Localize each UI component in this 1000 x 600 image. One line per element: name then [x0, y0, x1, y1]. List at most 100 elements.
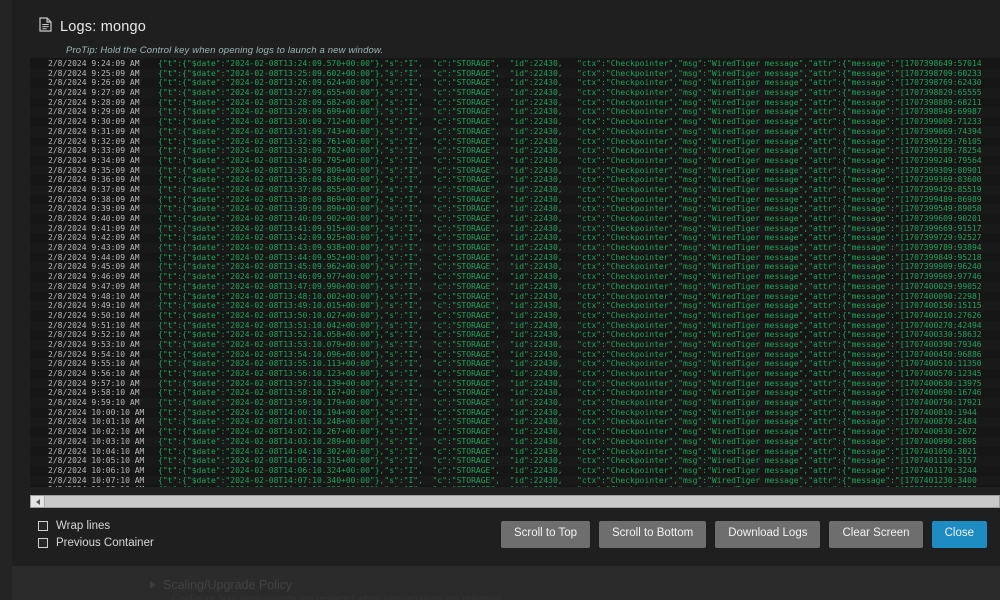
scroll-left-arrow-icon[interactable]	[31, 496, 45, 507]
log-line: 2/8/2024 9:45:09 AM {"t":{"$date":"2024-0…	[30, 262, 1000, 273]
log-message: {"t":{"$date":"2024-02-08T13:57:10.139+0…	[158, 378, 982, 388]
log-line: 2/8/2024 9:41:09 AM {"t":{"$date":"2024-0…	[30, 223, 1000, 234]
horizontal-scrollbar-thumb[interactable]	[45, 496, 999, 507]
log-line: 2/8/2024 9:39:09 AM {"t":{"$date":"2024-0…	[30, 204, 1000, 214]
footer-buttons: Scroll to Top Scroll to Bottom Download Lo…	[500, 521, 987, 548]
log-message: {"t":{"$date":"2024-02-08T13:30:09.712+0…	[158, 117, 982, 127]
log-timestamp: 2/8/2024 9:32:09 AM	[48, 136, 140, 146]
log-timestamp: 2/8/2024 10:06:10 AM	[48, 465, 145, 475]
log-message: {"t":{"$date":"2024-02-08T13:59:10.179+0…	[158, 398, 982, 408]
modal-header: Logs: mongo ProTip: Hold the Control key…	[12, 0, 1000, 56]
log-line: 2/8/2024 9:37:09 AM {"t":{"$date":"2024-0…	[30, 184, 1000, 195]
log-line: 2/8/2024 9:31:09 AM {"t":{"$date":"2024-0…	[30, 126, 1000, 137]
log-timestamp: 2/8/2024 10:02:10 AM	[48, 427, 145, 437]
log-output-area[interactable]: 2/8/2024 9:24:09 AM {"t":{"$date":"2024-0…	[30, 58, 1000, 487]
log-timestamp: 2/8/2024 9:53:10 AM	[48, 339, 140, 349]
log-line: 2/8/2024 10:02:10 AM {"t":{"$date":"2024-…	[30, 427, 1000, 437]
log-message: {"t":{"$date":"2024-02-08T13:25:09.602+0…	[158, 68, 982, 78]
log-timestamp: 2/8/2024 9:44:09 AM	[48, 252, 140, 262]
log-line: 2/8/2024 9:52:10 AM {"t":{"$date":"2024-0…	[30, 330, 1000, 340]
log-line: 2/8/2024 9:34:09 AM {"t":{"$date":"2024-0…	[30, 156, 1000, 166]
log-line: 2/8/2024 9:40:09 AM {"t":{"$date":"2024-0…	[30, 214, 1000, 224]
log-message: {"t":{"$date":"2024-02-08T13:24:09.570+0…	[158, 59, 982, 68]
log-line: 2/8/2024 9:48:10 AM {"t":{"$date":"2024-0…	[30, 292, 1000, 302]
log-line: 2/8/2024 9:44:09 AM {"t":{"$date":"2024-0…	[30, 253, 1000, 263]
checkbox-label: Wrap lines	[56, 520, 111, 532]
log-message: {"t":{"$date":"2024-02-08T14:03:10.289+0…	[158, 436, 977, 446]
log-timestamp: 2/8/2024 9:38:09 AM	[48, 194, 140, 204]
log-line: 2/8/2024 10:08:10 AM{"t":{"$date":"2024-…	[30, 485, 1000, 487]
log-message: {"t":{"$date":"2024-02-08T14:02:10.267+0…	[158, 427, 977, 437]
log-message: {"t":{"$date":"2024-02-08T14:05:10.315+0…	[158, 456, 977, 466]
log-lines: 2/8/2024 9:24:09 AM {"t":{"$date":"2024-0…	[30, 58, 1000, 487]
log-message: {"t":{"$date":"2024-02-08T13:44:09.952+0…	[158, 252, 982, 262]
log-options: Wrap lines Previous Container	[38, 520, 154, 554]
log-line: 2/8/2024 10:01:10 AM {"t":{"$date":"2024-…	[30, 417, 1000, 428]
scroll-to-bottom-button[interactable]: Scroll to Bottom	[599, 521, 707, 548]
log-message: {"t":{"$date":"2024-02-08T13:34:09.795+0…	[158, 155, 982, 165]
log-line: 2/8/2024 9:36:09 AM {"t":{"$date":"2024-0…	[30, 175, 1000, 185]
log-message: {"t":{"$date":"2024-02-08T14:06:10.324+0…	[158, 465, 977, 475]
checkbox-previous-container[interactable]: Previous Container	[38, 537, 154, 549]
log-message: {"t":{"$date":"2024-02-08T14:04:10.302+0…	[158, 446, 977, 456]
log-message: {"t":{"$date":"2024-02-08T13:27:09.655+0…	[158, 88, 982, 98]
log-timestamp: 2/8/2024 9:24:09 AM	[48, 59, 140, 68]
log-line: 2/8/2024 9:28:09 AM {"t":{"$date":"2024-0…	[30, 98, 1000, 108]
horizontal-scrollbar[interactable]	[30, 495, 1000, 508]
log-timestamp: 2/8/2024 10:01:10 AM	[48, 417, 145, 427]
log-line: 2/8/2024 9:27:09 AM {"t":{"$date":"2024-0…	[30, 88, 1000, 98]
log-timestamp: 2/8/2024 9:54:10 AM	[48, 349, 140, 359]
log-message: {"t":{"$date":"2024-02-08T13:41:09.915+0…	[158, 223, 982, 233]
log-message: {"t":{"$date":"2024-02-08T13:26:09.624+0…	[158, 78, 982, 88]
log-message: {"t":{"$date":"2024-02-08T13:40:09.902+0…	[158, 214, 982, 223]
clear-screen-button[interactable]: Clear Screen	[829, 521, 923, 548]
document-icon	[39, 17, 52, 36]
log-line: 2/8/2024 9:53:10 AM {"t":{"$date":"2024-0…	[30, 339, 1000, 350]
log-line: 2/8/2024 9:55:10 AM {"t":{"$date":"2024-0…	[30, 359, 1000, 369]
background-section-subtitle: Configure how deployments are replaced w…	[172, 594, 501, 600]
log-message: {"t":{"$date":"2024-02-08T13:31:09.743+0…	[158, 126, 982, 136]
log-timestamp: 2/8/2024 9:25:09 AM	[48, 68, 140, 78]
log-line: 2/8/2024 10:06:10 AM {"t":{"$date":"2024-…	[30, 466, 1000, 476]
checkbox-icon[interactable]	[38, 538, 48, 548]
log-message: {"t":{"$date":"2024-02-08T13:37:09.855+0…	[158, 184, 982, 194]
log-line: 2/8/2024 9:33:09 AM {"t":{"$date":"2024-0…	[30, 146, 1000, 156]
download-logs-button[interactable]: Download Logs	[715, 521, 821, 548]
log-message: {"t":{"$date":"2024-02-08T13:50:10.027+0…	[158, 310, 982, 320]
log-message: {"t":{"$date":"2024-02-08T14:07:10.340+0…	[158, 475, 977, 485]
log-line: 2/8/2024 9:46:09 AM {"t":{"$date":"2024-0…	[30, 272, 1000, 282]
log-line: 2/8/2024 9:57:10 AM {"t":{"$date":"2024-0…	[30, 378, 1000, 389]
log-message: {"t":{"$date":"2024-02-08T13:47:09.990+0…	[158, 281, 982, 291]
log-message: {"t":{"$date":"2024-02-08T13:48:10.002+0…	[158, 291, 982, 301]
log-message: {"t":{"$date":"2024-02-08T13:33:09.782+0…	[158, 146, 982, 156]
log-timestamp: 2/8/2024 9:51:10 AM	[48, 320, 140, 330]
checkbox-icon[interactable]	[38, 521, 48, 531]
log-timestamp: 2/8/2024 10:08:10 AM	[30, 485, 158, 487]
checkbox-wrap-lines[interactable]: Wrap lines	[38, 520, 154, 532]
log-timestamp: 2/8/2024 9:46:09 AM	[48, 272, 140, 282]
log-timestamp: 2/8/2024 9:30:09 AM	[48, 117, 140, 127]
left-rail	[0, 0, 12, 600]
scroll-to-top-button[interactable]: Scroll to Top	[500, 521, 591, 548]
close-button[interactable]: Close	[931, 521, 987, 548]
log-line: 2/8/2024 9:38:09 AM {"t":{"$date":"2024-0…	[30, 195, 1000, 205]
log-timestamp: 2/8/2024 9:26:09 AM	[48, 78, 140, 88]
log-viewer-screen: Scaling/Upgrade Policy Configure how dep…	[0, 0, 1000, 600]
log-message: {"t":{"$date":"2024-02-08T13:51:10.042+0…	[158, 320, 982, 330]
modal-title-row: Logs: mongo	[39, 17, 1000, 36]
background-section-scaling-upgrade-policy: Scaling/Upgrade Policy	[150, 578, 850, 592]
log-timestamp: 2/8/2024 9:55:10 AM	[48, 359, 140, 369]
log-line: 2/8/2024 9:25:09 AM {"t":{"$date":"2024-0…	[30, 68, 1000, 79]
log-timestamp: 2/8/2024 9:58:10 AM	[48, 388, 140, 398]
log-line: 2/8/2024 9:54:10 AM {"t":{"$date":"2024-0…	[30, 350, 1000, 360]
log-timestamp: 2/8/2024 9:57:10 AM	[48, 378, 140, 388]
log-message: {"t":{"$date":"2024-02-08T13:36:09.836+0…	[158, 175, 982, 185]
checkbox-label: Previous Container	[56, 537, 154, 549]
log-line: 2/8/2024 9:42:09 AM {"t":{"$date":"2024-0…	[30, 233, 1000, 243]
log-timestamp: 2/8/2024 9:59:10 AM	[48, 398, 140, 408]
log-line: 2/8/2024 9:51:10 AM {"t":{"$date":"2024-0…	[30, 320, 1000, 331]
log-message: {"t":{"$date":"2024-02-08T13:38:09.869+0…	[158, 194, 982, 204]
log-timestamp: 2/8/2024 9:52:10 AM	[48, 330, 140, 340]
log-line: 2/8/2024 9:29:09 AM {"t":{"$date":"2024-0…	[30, 107, 1000, 118]
log-message: {"t":{"$date":"2024-02-08T13:55:10.113+0…	[158, 359, 982, 369]
